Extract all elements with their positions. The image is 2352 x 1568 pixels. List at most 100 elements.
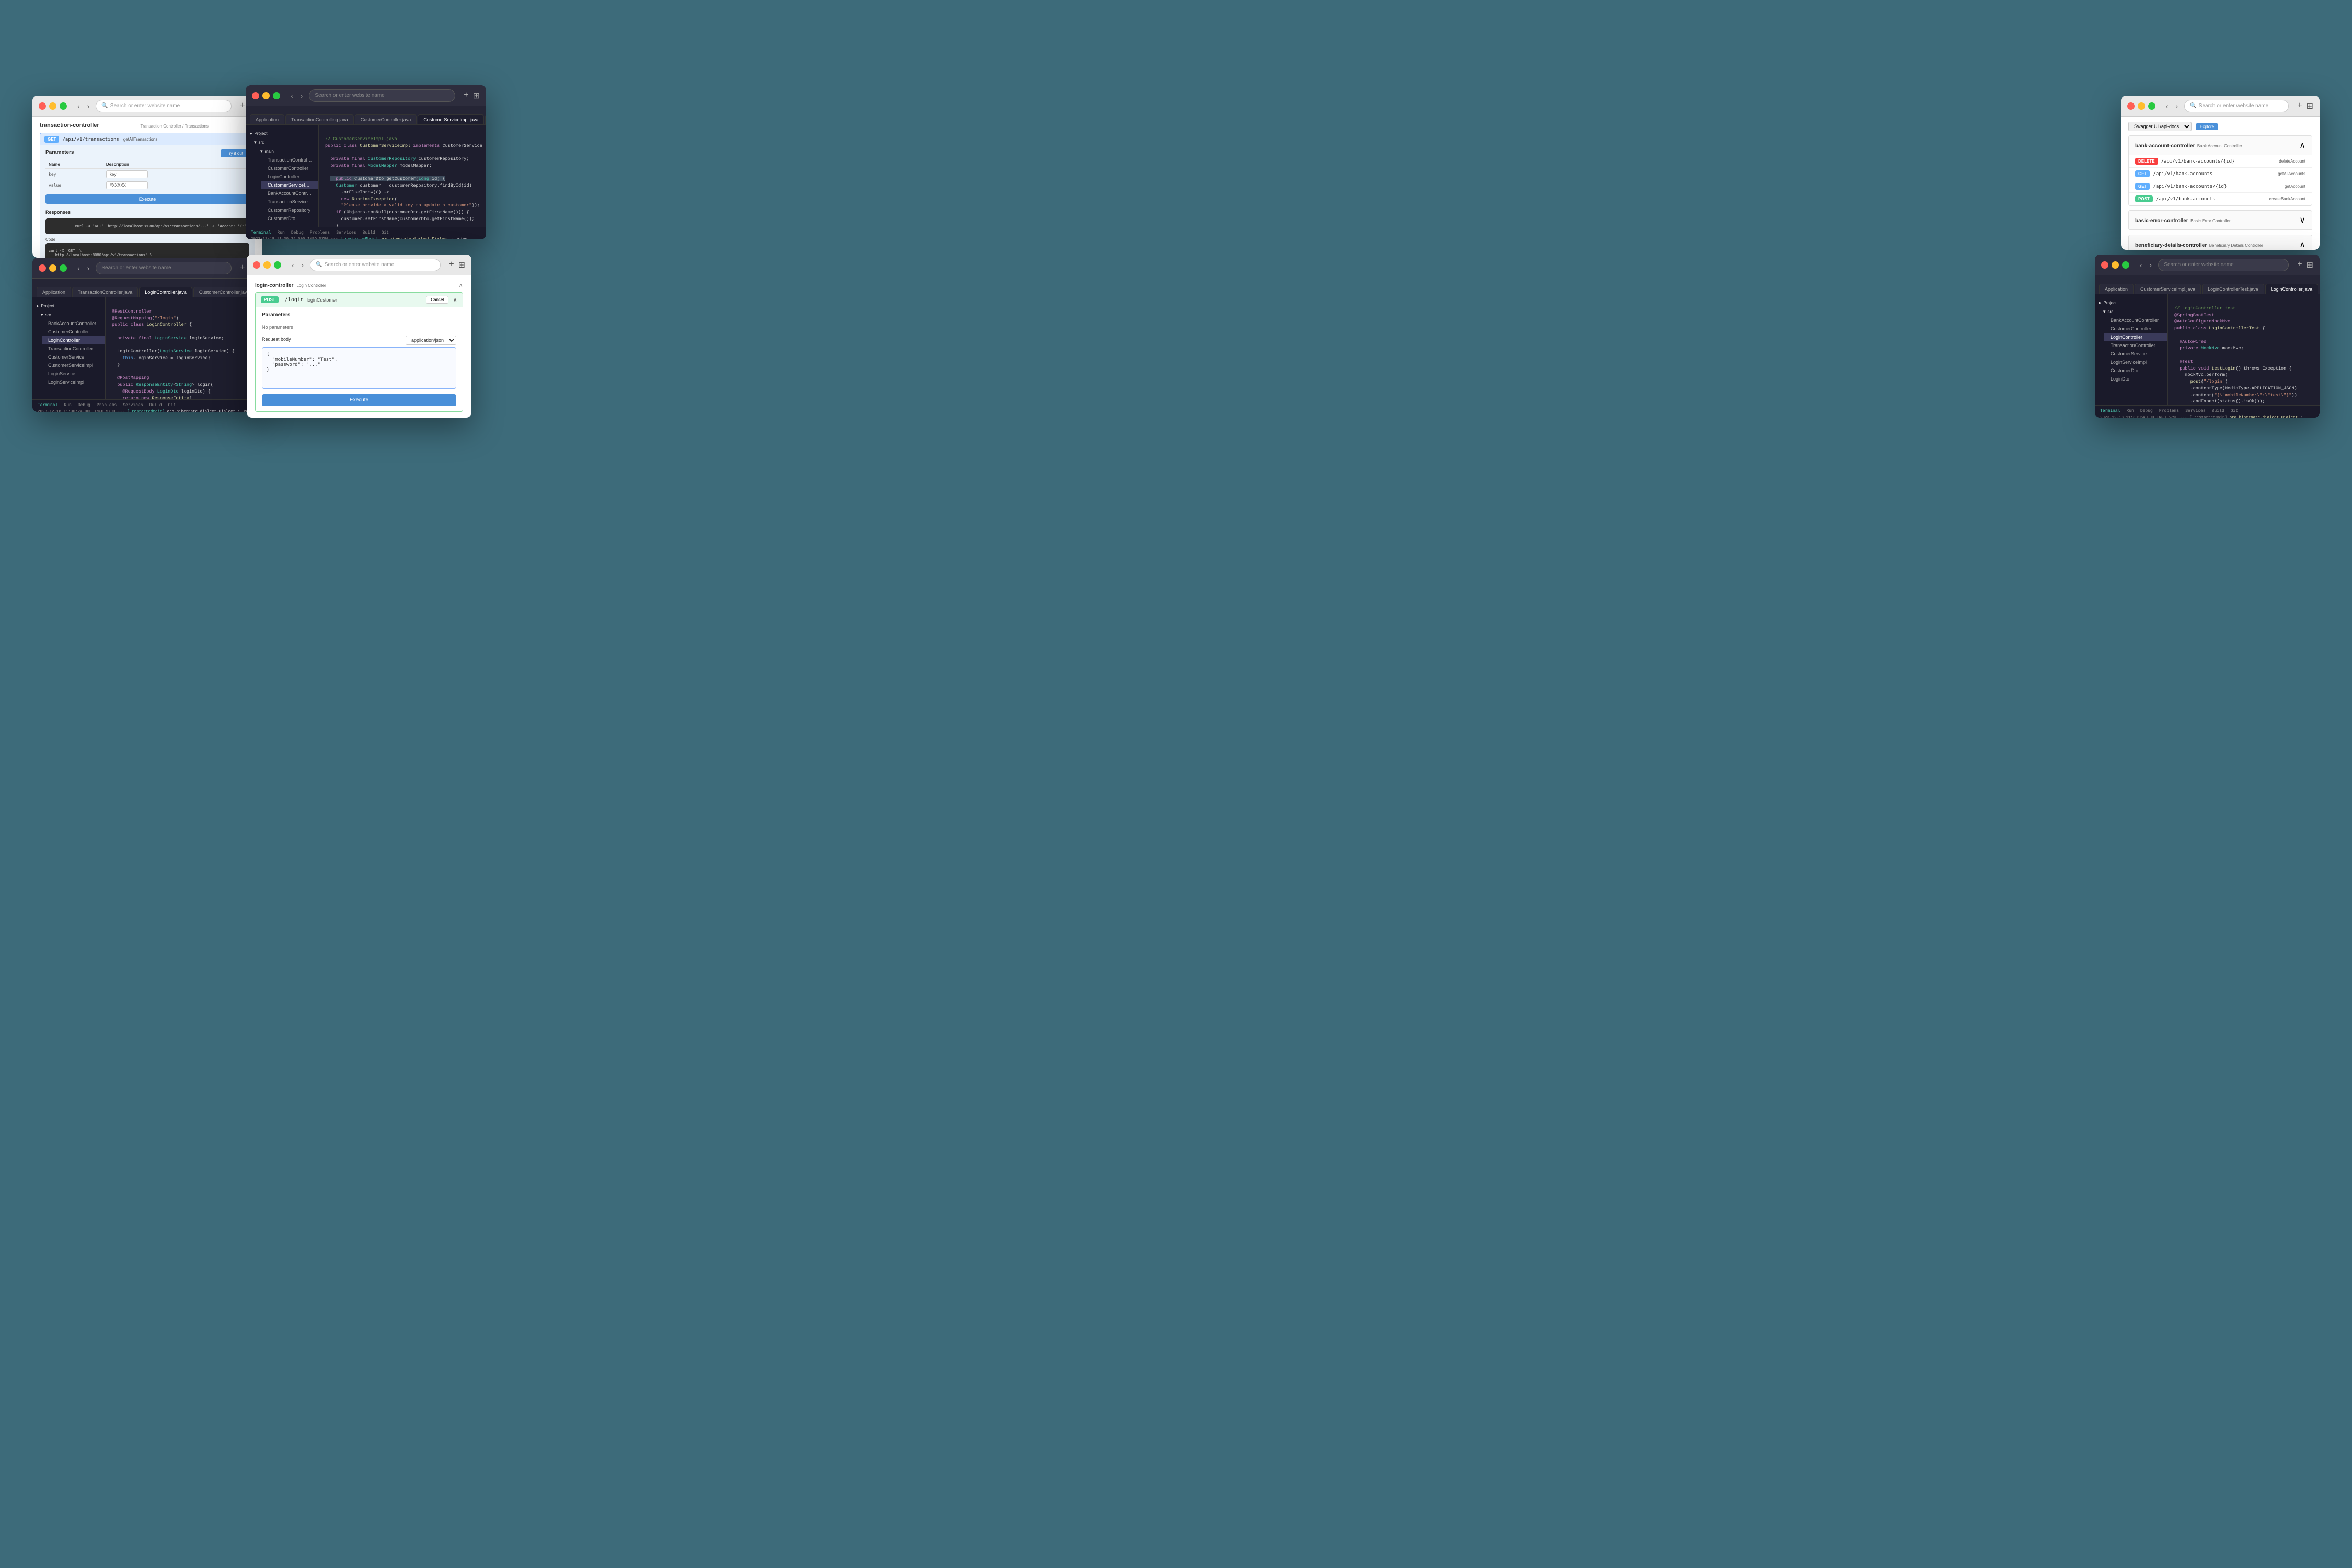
addr-bl[interactable]: Search or enter website name bbox=[96, 262, 232, 274]
login-collapse[interactable]: ∧ bbox=[458, 282, 463, 289]
bank-collapse[interactable]: ∧ bbox=[2299, 140, 2305, 151]
nav-back[interactable]: ‹ bbox=[75, 101, 82, 111]
bc-max[interactable] bbox=[274, 261, 281, 269]
services-tab[interactable]: Services bbox=[336, 230, 356, 235]
grid-icon[interactable]: ⊞ bbox=[473, 90, 480, 101]
br-item-7[interactable]: LoginDto bbox=[2104, 375, 2167, 383]
execute-button[interactable]: Execute bbox=[45, 194, 249, 204]
content-type-select[interactable]: application/json bbox=[406, 336, 456, 345]
tab-csi-br[interactable]: CustomerServiceImpl.java bbox=[2135, 284, 2201, 294]
bl-plus[interactable]: + bbox=[240, 263, 245, 273]
tab-lc-br[interactable]: LoginController.java bbox=[2265, 284, 2319, 294]
add-tab[interactable]: + bbox=[2297, 101, 2302, 111]
bc-min[interactable] bbox=[263, 261, 271, 269]
copy-tabs[interactable]: ⊞ bbox=[2307, 101, 2313, 111]
run-tab[interactable]: Run bbox=[277, 230, 284, 235]
br-item-1[interactable]: BankAccountController bbox=[2104, 316, 2167, 325]
tr-min[interactable] bbox=[2138, 102, 2145, 110]
fwd-btn[interactable]: › bbox=[298, 90, 305, 101]
tab-app-bl[interactable]: Application bbox=[37, 287, 71, 297]
min-btn[interactable] bbox=[262, 92, 270, 99]
sidebar-transaction-service[interactable]: TransactionService bbox=[261, 198, 318, 206]
br-close[interactable] bbox=[2101, 261, 2108, 269]
br-git-tab[interactable]: Git bbox=[2231, 409, 2238, 413]
close-btn[interactable] bbox=[252, 92, 259, 99]
bl-sidebar-login[interactable]: LoginController bbox=[42, 336, 105, 344]
br-problems-tab[interactable]: Problems bbox=[2159, 409, 2179, 413]
git-tab[interactable]: Git bbox=[382, 230, 389, 235]
explore-btn[interactable]: Explore bbox=[2196, 123, 2218, 130]
bl-git-tab[interactable]: Git bbox=[168, 403, 176, 408]
br-item-3[interactable]: TransactionController bbox=[2104, 341, 2167, 350]
bl-terminal-tab[interactable]: Terminal bbox=[38, 403, 57, 408]
sidebar-repository[interactable]: CustomerRepository bbox=[261, 206, 318, 214]
br-item-2[interactable]: CustomerController bbox=[2104, 325, 2167, 333]
bc-back[interactable]: ‹ bbox=[290, 260, 296, 270]
bl-min[interactable] bbox=[49, 264, 56, 272]
br-item-5[interactable]: LoginServiceImpl bbox=[2104, 358, 2167, 366]
br-item-6[interactable]: CustomerDto bbox=[2104, 366, 2167, 375]
br-login-selected[interactable]: LoginController bbox=[2104, 333, 2167, 341]
addr-top-right[interactable]: 🔍 Search or enter website name bbox=[2184, 100, 2289, 112]
bl-fwd[interactable]: › bbox=[85, 263, 92, 273]
max-btn[interactable] bbox=[273, 92, 280, 99]
tr-close[interactable] bbox=[2127, 102, 2135, 110]
back-btn[interactable]: ‹ bbox=[289, 90, 295, 101]
sidebar-customer[interactable]: CustomerController bbox=[261, 164, 318, 172]
bl-close[interactable] bbox=[39, 264, 46, 272]
bl-services-tab[interactable]: Services bbox=[123, 403, 143, 408]
debug-tab[interactable]: Debug bbox=[291, 230, 304, 235]
tab-other[interactable]: ... bbox=[485, 114, 486, 124]
tr-max[interactable] bbox=[2148, 102, 2155, 110]
folder-project[interactable]: ▸Project bbox=[246, 129, 318, 138]
tab-login-bl[interactable]: LoginController.java bbox=[139, 287, 192, 297]
address-bar-center[interactable]: Search or enter website name bbox=[309, 89, 455, 102]
endpoint-get-accounts[interactable]: GET /api/v1/bank-accounts getAllAccounts bbox=[2129, 168, 2312, 180]
tab-lctest-br[interactable]: LoginControllerTest.java bbox=[2202, 284, 2264, 294]
tab-customer-service[interactable]: CustomerServiceImpl.java bbox=[418, 114, 484, 124]
br-min[interactable] bbox=[2112, 261, 2119, 269]
br-services-tab[interactable]: Services bbox=[2185, 409, 2205, 413]
beneficiary-header[interactable]: beneficiary-details-controller Beneficia… bbox=[2129, 235, 2312, 250]
folder-src[interactable]: ▾src bbox=[250, 138, 318, 147]
br-plus[interactable]: + bbox=[2297, 260, 2302, 270]
bl-sidebar-item-4[interactable]: CustomerService bbox=[42, 353, 105, 361]
folder-main[interactable]: ▾main bbox=[256, 147, 318, 156]
addr-br[interactable]: Search or enter website name bbox=[2158, 259, 2289, 271]
sidebar-login[interactable]: LoginController bbox=[261, 172, 318, 181]
maximize-button[interactable] bbox=[60, 102, 67, 110]
bl-src-folder[interactable]: ▾src bbox=[37, 310, 105, 319]
tab-application[interactable]: Application bbox=[250, 114, 284, 124]
sidebar-bank[interactable]: BankAccountController bbox=[261, 189, 318, 198]
tab-cust-bl[interactable]: CustomerController.java bbox=[193, 287, 256, 297]
bl-sidebar-item-1[interactable]: BankAccountController bbox=[42, 319, 105, 328]
tab-customer-controller[interactable]: CustomerController.java bbox=[355, 114, 417, 124]
execute-login-btn[interactable]: Execute bbox=[262, 394, 456, 406]
br-project-folder[interactable]: ▸Project bbox=[2095, 298, 2167, 307]
bl-sidebar-item-6[interactable]: LoginService bbox=[42, 370, 105, 378]
addr-bc[interactable]: 🔍 Search or enter website name bbox=[310, 259, 441, 271]
endpoint-get-account[interactable]: GET /api/v1/bank-accounts/{id} getAccoun… bbox=[2129, 180, 2312, 193]
version-select[interactable]: Swagger UI /api-docs bbox=[2128, 122, 2192, 131]
basic-error-header[interactable]: basic-error-controller Basic Error Contr… bbox=[2129, 211, 2312, 230]
bc-grid[interactable]: ⊞ bbox=[458, 260, 465, 270]
endpoint-create-account[interactable]: POST /api/v1/bank-accounts createBankAcc… bbox=[2129, 193, 2312, 205]
br-build-tab[interactable]: Build bbox=[2212, 409, 2224, 413]
bl-build-tab[interactable]: Build bbox=[149, 403, 162, 408]
bc-close[interactable] bbox=[253, 261, 260, 269]
bl-sidebar-item-3[interactable]: TransactionController bbox=[42, 344, 105, 353]
endpoint-delete-account[interactable]: DELETE /api/v1/bank-accounts/{id} delete… bbox=[2129, 155, 2312, 168]
bl-sidebar-item-5[interactable]: CustomerServiceImpl bbox=[42, 361, 105, 370]
plus-icon[interactable]: + bbox=[464, 90, 468, 101]
problems-tab[interactable]: Problems bbox=[310, 230, 330, 235]
bl-back[interactable]: ‹ bbox=[75, 263, 82, 273]
bl-max[interactable] bbox=[60, 264, 67, 272]
br-fwd[interactable]: › bbox=[2148, 260, 2154, 270]
terminal-tab[interactable]: Terminal bbox=[251, 230, 271, 235]
back-icon[interactable]: ‹ bbox=[2164, 101, 2171, 111]
address-bar-top-left[interactable]: 🔍 Search or enter website name bbox=[96, 100, 232, 112]
br-terminal-tab[interactable]: Terminal bbox=[2100, 409, 2120, 413]
br-debug-tab[interactable]: Debug bbox=[2140, 409, 2153, 413]
br-grid[interactable]: ⊞ bbox=[2307, 260, 2313, 270]
minimize-button[interactable] bbox=[49, 102, 56, 110]
